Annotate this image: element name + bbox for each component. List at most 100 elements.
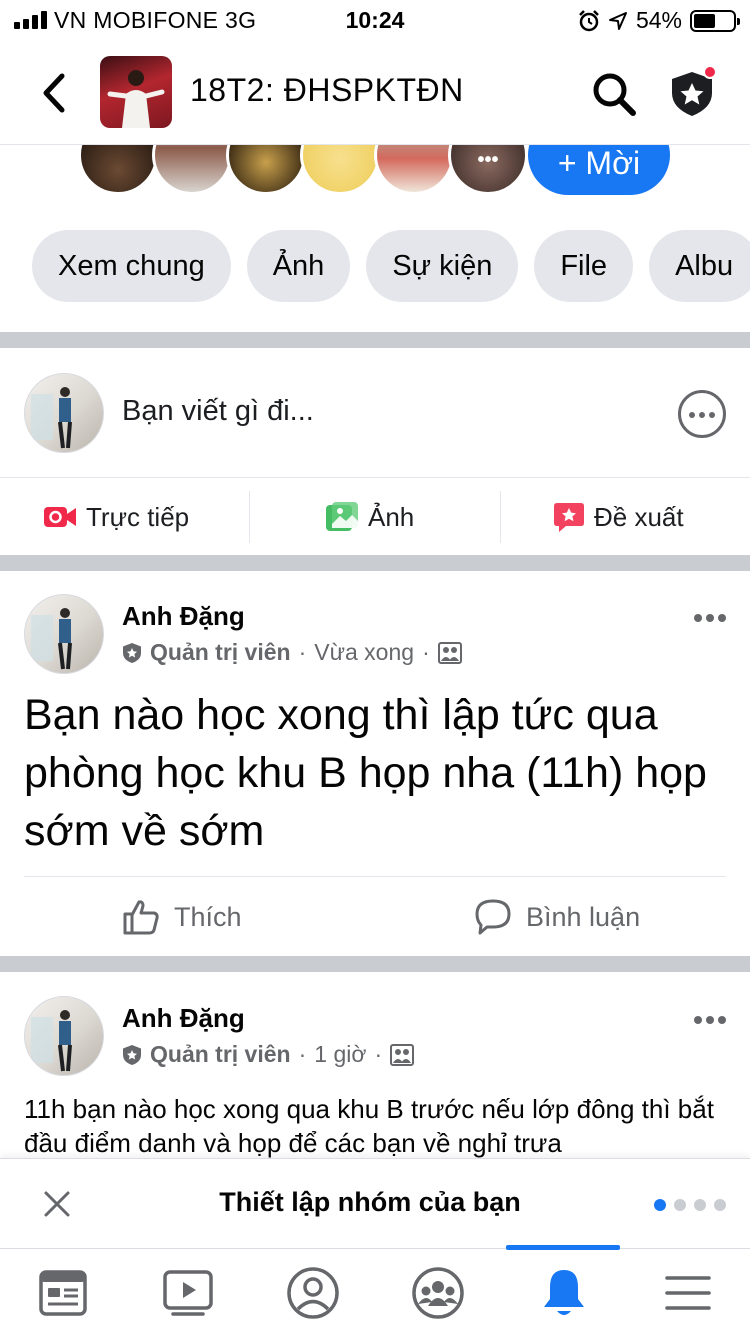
- section-divider: [0, 956, 750, 972]
- group-cover-thumbnail[interactable]: [100, 56, 172, 128]
- photo-label: Ảnh: [368, 501, 415, 532]
- page-dot: [714, 1199, 726, 1211]
- post-role: Quản trị viên: [150, 1041, 291, 1067]
- person-silhouette-icon: [31, 608, 72, 670]
- more-members-label: •••: [477, 149, 499, 171]
- invite-button[interactable]: + Mời: [528, 145, 670, 195]
- avatar[interactable]: [24, 373, 104, 453]
- post-time[interactable]: 1 giờ: [314, 1041, 366, 1068]
- comment-button[interactable]: Bình luận: [474, 877, 640, 957]
- composer-actions: Trực tiếp Ảnh Đề xuất: [0, 479, 750, 555]
- pagination-dots: [654, 1199, 734, 1211]
- live-video-button[interactable]: Trực tiếp: [44, 479, 189, 555]
- post-more-icon[interactable]: [692, 1016, 732, 1026]
- recommend-label: Đề xuất: [594, 501, 684, 532]
- group-header: 18T2: ĐHSPKTĐN: [0, 40, 750, 145]
- like-label: Thích: [174, 901, 242, 932]
- search-icon[interactable]: [590, 70, 638, 118]
- more-options-icon[interactable]: [678, 390, 726, 438]
- divider: [500, 491, 501, 543]
- photo-icon: [326, 502, 358, 531]
- bottom-navigation: [0, 1245, 750, 1334]
- live-video-label: Trực tiếp: [86, 501, 190, 532]
- nav-notifications[interactable]: [534, 1263, 594, 1323]
- composer-input[interactable]: Bạn viết gì đi...: [122, 395, 314, 428]
- status-right: 54%: [578, 7, 740, 34]
- post-actions: Thích Bình luận: [24, 876, 726, 956]
- more-members-avatar[interactable]: •••: [448, 145, 528, 195]
- admin-badge-icon: [123, 642, 141, 663]
- setup-banner-title[interactable]: Thiết lập nhóm của bạn: [0, 1187, 740, 1218]
- menu-icon: [665, 1276, 711, 1310]
- tab-photos[interactable]: Ảnh: [246, 230, 351, 302]
- group-audience-icon: [390, 1043, 415, 1066]
- like-button[interactable]: Thích: [122, 877, 242, 957]
- thumbs-up-icon: [123, 900, 159, 935]
- groups-icon: [412, 1267, 464, 1319]
- person-silhouette-icon: [31, 1010, 72, 1072]
- meta-separator: ·: [298, 639, 307, 665]
- nav-menu[interactable]: [658, 1263, 718, 1323]
- feed-icon: [39, 1270, 87, 1316]
- nav-watch[interactable]: [158, 1263, 218, 1323]
- section-divider: [0, 332, 750, 348]
- page-dot: [674, 1199, 686, 1211]
- comment-bubble-icon: [475, 899, 511, 935]
- meta-separator: ·: [298, 1041, 307, 1067]
- alarm-clock-icon: [579, 9, 599, 31]
- post-composer: Bạn viết gì đi...: [0, 348, 750, 478]
- page-dot-active: [654, 1199, 666, 1211]
- person-silhouette-icon: [107, 70, 165, 128]
- group-setup-banner: Thiết lập nhóm của bạn: [0, 1158, 750, 1248]
- divider: [249, 491, 250, 543]
- admin-badge-icon: [123, 1044, 141, 1065]
- post-more-icon[interactable]: [692, 614, 732, 624]
- member-avatar[interactable]: [78, 145, 158, 195]
- status-bar: VN MOBIFONE 3G 10:24 54%: [0, 0, 750, 40]
- group-name[interactable]: 18T2: ĐHSPKTĐN: [190, 72, 464, 109]
- post-role: Quản trị viên: [150, 639, 291, 665]
- recommend-icon: [554, 503, 584, 532]
- nav-feed[interactable]: [33, 1263, 93, 1323]
- tab-albums[interactable]: Albu: [649, 230, 750, 302]
- post-text: 11h bạn nào học xong qua khu B trước nếu…: [24, 1094, 714, 1158]
- tab-overview[interactable]: Xem chung: [32, 230, 231, 302]
- group-audience-icon: [437, 641, 462, 664]
- member-avatar[interactable]: [374, 145, 454, 195]
- post-meta: Quản trị viên · Vừa xong ·: [122, 639, 462, 666]
- comment-label: Bình luận: [526, 901, 641, 932]
- post-author[interactable]: Anh Đặng: [122, 1003, 245, 1034]
- location-arrow-icon: [608, 11, 627, 30]
- battery-percent: 54%: [635, 7, 682, 33]
- member-avatar-strip: ••• + Mời: [0, 145, 750, 195]
- group-tabs: Xem chung Ảnh Sự kiện File Albu: [32, 230, 750, 302]
- active-tab-indicator: [506, 1245, 620, 1250]
- meta-separator: ·: [374, 1041, 383, 1067]
- recommend-button[interactable]: Đề xuất: [554, 479, 684, 555]
- post-text: Bạn nào học xong thì lập tức qua phòng h…: [24, 691, 707, 855]
- member-avatar[interactable]: [152, 145, 232, 195]
- post-author[interactable]: Anh Đặng: [122, 601, 245, 632]
- nav-profile[interactable]: [283, 1263, 343, 1323]
- admin-shield-star-icon[interactable]: [668, 64, 720, 120]
- profile-icon: [287, 1267, 339, 1319]
- nav-groups[interactable]: [408, 1263, 468, 1323]
- section-divider: [0, 555, 750, 571]
- live-video-icon: [44, 507, 76, 527]
- member-avatar[interactable]: [300, 145, 380, 195]
- back-chevron-icon[interactable]: [34, 68, 74, 118]
- avatar[interactable]: [24, 996, 104, 1076]
- post-time[interactable]: Vừa xong: [314, 639, 414, 666]
- page-dot: [694, 1199, 706, 1211]
- meta-separator: ·: [422, 639, 430, 665]
- photo-button[interactable]: Ảnh: [326, 479, 414, 555]
- person-silhouette-icon: [31, 387, 72, 449]
- member-avatar[interactable]: [226, 145, 306, 195]
- watch-icon: [163, 1270, 213, 1316]
- notifications-bell-icon: [544, 1270, 584, 1315]
- post-meta: Quản trị viên · 1 giờ ·: [122, 1041, 415, 1068]
- avatar[interactable]: [24, 594, 104, 674]
- battery-icon: [690, 9, 740, 32]
- tab-events[interactable]: Sự kiện: [366, 230, 519, 302]
- tab-files[interactable]: File: [534, 230, 634, 302]
